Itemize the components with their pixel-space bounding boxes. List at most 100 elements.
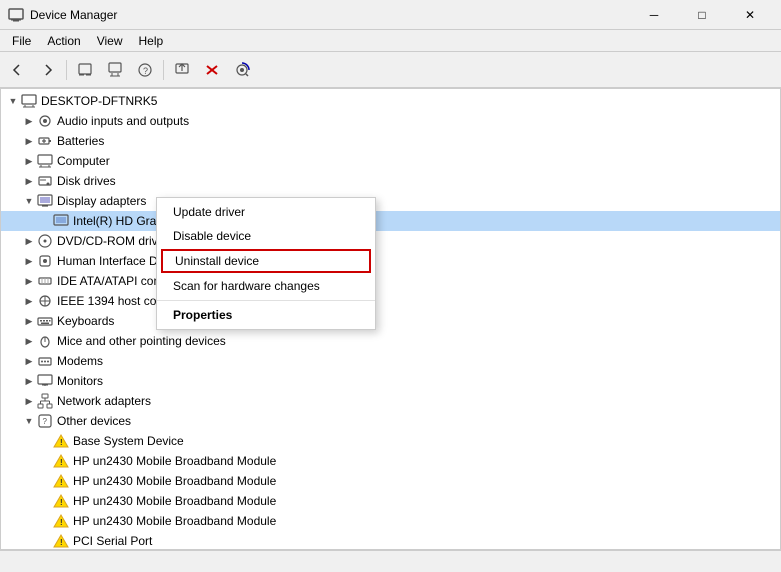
tree-item-hid[interactable]: ▶ Human Interface Devices <box>1 251 780 271</box>
help-button[interactable]: ? <box>131 56 159 84</box>
display-icon <box>37 193 53 209</box>
svg-text:!: ! <box>60 498 63 507</box>
display-label: Display adapters <box>57 194 146 208</box>
root-expand-icon: ▼ <box>5 93 21 109</box>
ctx-disable-device[interactable]: Disable device <box>157 224 375 248</box>
tree-item-computer[interactable]: ▶ Computer <box>1 151 780 171</box>
computer-icon <box>21 93 37 109</box>
computer-item-icon <box>37 153 53 169</box>
tree-item-hp1[interactable]: ▶ ! HP un2430 Mobile Broadband Module <box>1 451 780 471</box>
tree-item-monitors[interactable]: ▶ Monitors <box>1 371 780 391</box>
warning-icon-base: ! <box>53 433 69 449</box>
dvd-icon <box>37 233 53 249</box>
audio-label: Audio inputs and outputs <box>57 114 189 128</box>
other-icon: ? <box>37 413 53 429</box>
computer-item-label: Computer <box>57 154 110 168</box>
close-button[interactable]: ✕ <box>727 0 773 30</box>
svg-text:!: ! <box>60 518 63 527</box>
hid-icon <box>37 253 53 269</box>
tree-item-base-system[interactable]: ▶ ! Base System Device <box>1 431 780 451</box>
menu-view[interactable]: View <box>89 32 131 50</box>
tree-item-intel-graphics[interactable]: ▶ Intel(R) HD Graphics 3000 <box>1 211 780 231</box>
tree-item-keyboards[interactable]: ▶ Keyboards <box>1 311 780 331</box>
dvd-label: DVD/CD-ROM drives <box>57 234 170 248</box>
tree-item-audio[interactable]: ▶ Audio inputs and outputs <box>1 111 780 131</box>
warning-icon-pci-serial: ! <box>53 533 69 549</box>
ieee-expand-icon: ▶ <box>21 293 37 309</box>
window-title: Device Manager <box>30 8 631 22</box>
disk-expand-icon: ▶ <box>21 173 37 189</box>
tree-item-ieee[interactable]: ▶ IEEE 1394 host controllers <box>1 291 780 311</box>
pci-serial-label: PCI Serial Port <box>73 534 152 548</box>
network-icon <box>37 393 53 409</box>
mice-label: Mice and other pointing devices <box>57 334 226 348</box>
svg-text:?: ? <box>143 66 148 76</box>
tree-root[interactable]: ▼ DESKTOP-DFTNRK5 <box>1 91 780 111</box>
menu-action[interactable]: Action <box>39 32 88 50</box>
tree-item-disk[interactable]: ▶ Disk drives <box>1 171 780 191</box>
intel-icon <box>53 213 69 229</box>
warning-icon-hp1: ! <box>53 453 69 469</box>
ctx-update-driver[interactable]: Update driver <box>157 200 375 224</box>
tree-item-modems[interactable]: ▶ Modems <box>1 351 780 371</box>
monitors-label: Monitors <box>57 374 103 388</box>
svg-text:?: ? <box>43 417 48 426</box>
device-manager-icon-button[interactable] <box>101 56 129 84</box>
tree-item-dvd[interactable]: ▶ DVD/CD-ROM drives <box>1 231 780 251</box>
tree-item-hp4[interactable]: ▶ ! HP un2430 Mobile Broadband Module <box>1 511 780 531</box>
menu-bar: File Action View Help <box>0 30 781 52</box>
modems-expand-icon: ▶ <box>21 353 37 369</box>
network-label: Network adapters <box>57 394 151 408</box>
ctx-uninstall-device[interactable]: Uninstall device <box>161 249 371 273</box>
tree-item-network[interactable]: ▶ Network adapters <box>1 391 780 411</box>
keyboards-label: Keyboards <box>57 314 114 328</box>
disk-label: Disk drives <box>57 174 116 188</box>
scan-button[interactable] <box>228 56 256 84</box>
ctx-scan-hardware[interactable]: Scan for hardware changes <box>157 274 375 298</box>
properties-button[interactable] <box>71 56 99 84</box>
tree-item-hp2[interactable]: ▶ ! HP un2430 Mobile Broadband Module <box>1 471 780 491</box>
audio-expand-icon: ▶ <box>21 113 37 129</box>
tree-item-other[interactable]: ▼ ? Other devices <box>1 411 780 431</box>
svg-text:!: ! <box>60 538 63 547</box>
tree-item-batteries[interactable]: ▶ Batteries <box>1 131 780 151</box>
audio-icon <box>37 113 53 129</box>
tree-item-hp3[interactable]: ▶ ! HP un2430 Mobile Broadband Module <box>1 491 780 511</box>
tree-item-ide[interactable]: ▶ IDE ATA/ATAPI controllers <box>1 271 780 291</box>
forward-button[interactable] <box>34 56 62 84</box>
title-bar: Device Manager ─ □ ✕ <box>0 0 781 30</box>
dvd-expand-icon: ▶ <box>21 233 37 249</box>
other-expand-icon: ▼ <box>21 413 37 429</box>
menu-help[interactable]: Help <box>131 32 172 50</box>
device-tree[interactable]: ▼ DESKTOP-DFTNRK5 ▶ Audio inputs and <box>1 89 780 549</box>
display-expand-icon: ▼ <box>21 193 37 209</box>
svg-text:!: ! <box>60 438 63 447</box>
network-expand-icon: ▶ <box>21 393 37 409</box>
warning-icon-hp4: ! <box>53 513 69 529</box>
disk-icon <box>37 173 53 189</box>
ctx-properties[interactable]: Properties <box>157 303 375 327</box>
monitor-icon <box>37 373 53 389</box>
ieee-icon <box>37 293 53 309</box>
hp4-label: HP un2430 Mobile Broadband Module <box>73 514 276 528</box>
update-driver-button[interactable] <box>168 56 196 84</box>
tree-item-mice[interactable]: ▶ Mice and other pointing devices <box>1 331 780 351</box>
menu-file[interactable]: File <box>4 32 39 50</box>
maximize-button[interactable]: □ <box>679 0 725 30</box>
back-button[interactable] <box>4 56 32 84</box>
uninstall-button[interactable] <box>198 56 226 84</box>
other-label: Other devices <box>57 414 131 428</box>
ide-icon <box>37 273 53 289</box>
tree-item-display[interactable]: ▼ Display adapters <box>1 191 780 211</box>
keyboard-icon <box>37 313 53 329</box>
base-system-label: Base System Device <box>73 434 184 448</box>
batteries-label: Batteries <box>57 134 104 148</box>
minimize-button[interactable]: ─ <box>631 0 677 30</box>
warning-icon-hp2: ! <box>53 473 69 489</box>
window-controls: ─ □ ✕ <box>631 0 773 30</box>
tree-item-pci-serial[interactable]: ▶ ! PCI Serial Port <box>1 531 780 549</box>
modem-icon <box>37 353 53 369</box>
hp1-label: HP un2430 Mobile Broadband Module <box>73 454 276 468</box>
monitors-expand-icon: ▶ <box>21 373 37 389</box>
mouse-icon <box>37 333 53 349</box>
